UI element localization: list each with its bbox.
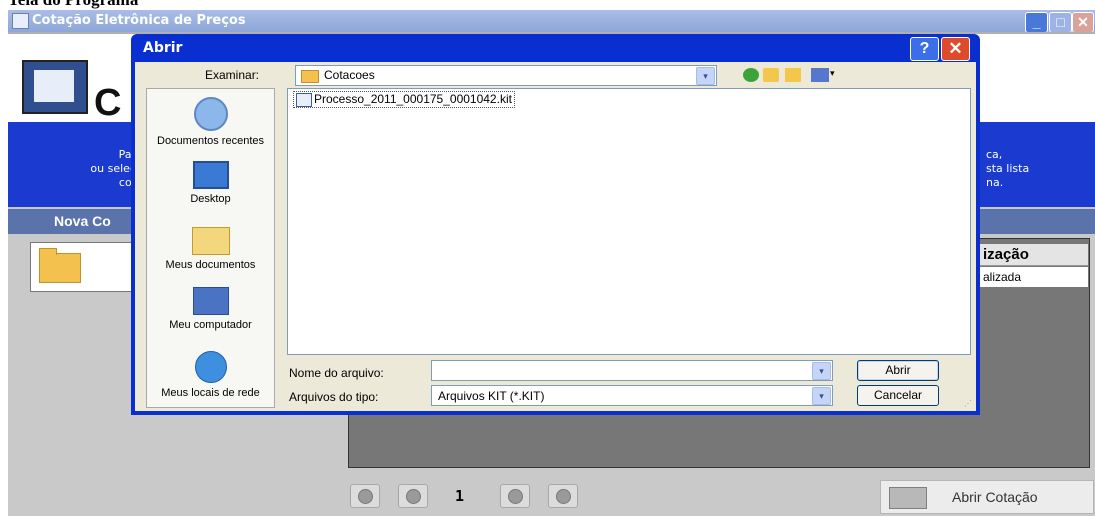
new-folder-icon[interactable] — [785, 68, 801, 82]
instruction-line: ou selec — [90, 162, 136, 175]
look-in-dropdown[interactable]: Cotacoes ▾ — [295, 65, 717, 86]
table-cell[interactable]: alizada — [979, 267, 1088, 287]
document-caption: Tela do Programa — [8, 0, 138, 10]
place-label: Desktop — [190, 193, 231, 205]
cancel-button[interactable]: Cancelar — [857, 385, 939, 406]
folder-icon — [301, 70, 319, 83]
app-title-bar: Cotação Eletrônica de Preços _ □ ✕ — [8, 10, 1095, 33]
resize-grip-icon[interactable]: ⋰ — [964, 399, 974, 409]
table-header-cell[interactable]: ização — [979, 244, 1088, 266]
views-menu-icon[interactable] — [811, 68, 829, 82]
chevron-down-icon[interactable]: ▾ — [812, 387, 831, 405]
my-documents-icon — [191, 227, 230, 255]
app-icon — [12, 13, 29, 29]
first-page-button[interactable] — [350, 484, 380, 508]
look-in-value: Cotacoes — [324, 68, 375, 82]
minimize-button[interactable]: _ — [1025, 12, 1048, 33]
file-name: Processo_2011_000175_0001042.kit — [314, 92, 512, 106]
filetype-select[interactable]: Arquivos KIT (*.KIT) ▾ — [431, 385, 833, 406]
up-folder-icon[interactable] — [763, 68, 779, 82]
chevron-down-icon[interactable]: ▾ — [696, 67, 715, 85]
instruction-line: na. — [986, 176, 1004, 189]
back-icon[interactable] — [743, 68, 759, 82]
instruction-text-left: Par ou selec cot — [8, 148, 136, 190]
instruction-line: Par — [118, 148, 136, 161]
place-desktop[interactable]: Desktop — [147, 161, 274, 205]
maximize-icon: □ — [1056, 14, 1065, 30]
close-button[interactable]: ✕ — [1072, 12, 1094, 33]
section-title: Nova Co — [54, 213, 111, 229]
page-number: 1 — [455, 487, 465, 505]
dialog-title: Abrir — [143, 40, 183, 56]
document-list-icon — [22, 60, 88, 114]
next-page-button[interactable] — [500, 484, 530, 508]
maximize-button[interactable]: □ — [1049, 12, 1072, 33]
header-title: C — [94, 82, 122, 124]
open-button[interactable]: Abrir — [857, 360, 939, 381]
chevron-down-icon[interactable]: ▾ — [812, 362, 831, 380]
filetype-value: Arquivos KIT (*.KIT) — [438, 389, 545, 403]
open-folder-icon — [889, 487, 927, 509]
close-icon: ✕ — [1077, 14, 1089, 30]
place-label: Meus locais de rede — [161, 387, 260, 399]
instruction-text-right: ca, sta lista na. — [986, 148, 1095, 190]
new-folder-icon — [39, 248, 81, 283]
desktop-icon — [192, 161, 229, 189]
instruction-line: cot — [118, 176, 136, 189]
instruction-line: sta lista — [986, 162, 1030, 175]
open-quotation-button[interactable]: Abrir Cotação — [880, 480, 1094, 514]
filetype-label: Arquivos do tipo: — [289, 390, 379, 404]
instruction-line: ca, — [986, 148, 1003, 161]
network-places-icon — [194, 351, 227, 383]
previous-page-button[interactable] — [398, 484, 428, 508]
list-item[interactable]: Processo_2011_000175_0001042.kit — [293, 91, 515, 108]
pagination: 1 Abrir Cotação — [8, 480, 1095, 514]
dialog-help-button[interactable]: ? — [910, 37, 939, 61]
place-recent-documents[interactable]: Documentos recentes — [147, 97, 274, 147]
dialog-close-button[interactable]: ✕ — [941, 37, 970, 61]
my-computer-icon — [192, 287, 229, 315]
file-list[interactable]: Processo_2011_000175_0001042.kit — [287, 88, 971, 355]
look-in-label: Examinar: — [205, 68, 260, 82]
file-icon — [296, 93, 312, 107]
views-chevron-icon[interactable]: ▾ — [830, 68, 835, 79]
open-quotation-label: Abrir Cotação — [952, 489, 1038, 505]
place-label: Meu computador — [169, 319, 252, 331]
place-label: Meus documentos — [165, 259, 256, 271]
dialog-body: Examinar: Cotacoes ▾ ▾ Documentos recent… — [135, 62, 976, 411]
place-network[interactable]: Meus locais de rede — [147, 351, 274, 399]
new-quotation-tile[interactable] — [30, 242, 136, 292]
filename-label: Nome do arquivo: — [289, 366, 384, 380]
place-my-computer[interactable]: Meu computador — [147, 287, 274, 331]
filename-field[interactable]: ▾ — [431, 360, 833, 381]
place-label: Documentos recentes — [157, 135, 264, 147]
last-page-button[interactable] — [548, 484, 578, 508]
app-title: Cotação Eletrônica de Preços — [32, 13, 246, 28]
open-file-dialog: Abrir ? ✕ Examinar: Cotacoes ▾ ▾ Documen… — [131, 34, 980, 415]
places-bar: Documentos recentes Desktop Meus documen… — [146, 88, 275, 408]
place-my-documents[interactable]: Meus documentos — [147, 227, 274, 271]
minimize-icon: _ — [1032, 14, 1041, 30]
recent-documents-icon — [193, 97, 228, 131]
